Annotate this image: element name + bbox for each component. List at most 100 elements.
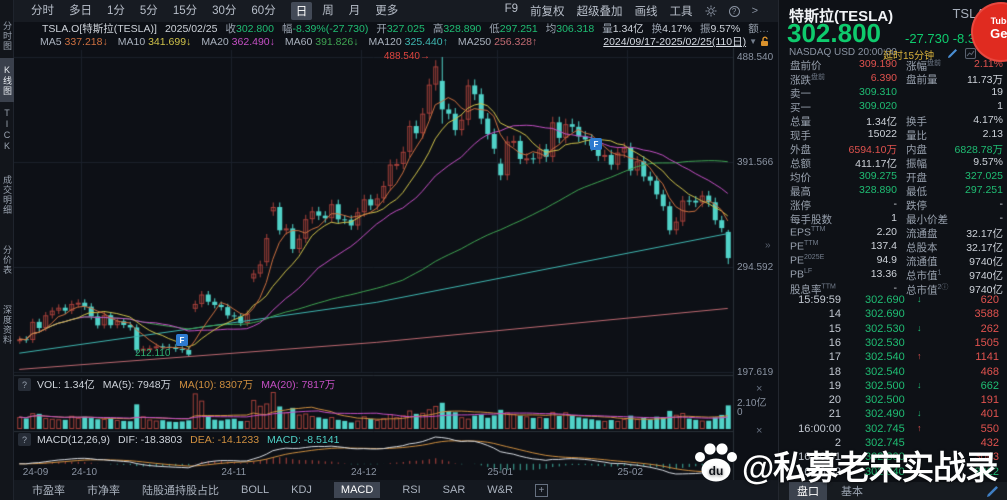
indicator-tab-bar: 市盈率 市净率 陆股通持股占比 BOLL KDJ MACD RSI SAR W&R + — [14, 480, 778, 500]
toolbar-item-画线[interactable]: 画线 — [635, 3, 658, 19]
indicator-tab-市净率[interactable]: 市净率 — [87, 482, 120, 498]
quote-row-均价: 均价309.275开盘327.025 — [779, 170, 1007, 184]
period-tabs: 分时多日 1分 5分 15分 30分 60分日周月更多 — [31, 2, 413, 20]
sidebar-item-TICK[interactable]: TICK — [0, 106, 14, 154]
ma-items: MA5 337.218↓MA10 341.699↓MA20 362.490↓MA… — [40, 36, 547, 48]
event-marker-f2[interactable]: F — [590, 138, 602, 150]
sidebar-item-深度资料[interactable]: 深度资料 — [0, 290, 14, 360]
ma-value-MA120: MA120 325.440↑ — [368, 36, 447, 48]
period-tab-周[interactable]: 周 — [322, 2, 334, 20]
period-tab-日[interactable]: 日 — [291, 2, 313, 20]
quote-row-买一: 买一309.0201 — [779, 100, 1007, 114]
watermark-text: @私募老宋实战录 — [742, 441, 997, 489]
trade-row: 15:59:59302.690↓620 — [779, 294, 1007, 308]
quote-row-PE: PE2025E94.9流通值9740亿 — [779, 254, 1007, 268]
quote-row-总额: 总额411.17亿振幅9.57% — [779, 156, 1007, 170]
period-tab-15分[interactable]: 15分 — [173, 2, 197, 20]
add-indicator-button[interactable]: + — [535, 484, 548, 497]
period-low-label: 212.110 — [135, 348, 170, 359]
sidebar-item-成交明细[interactable]: 成交明细 — [0, 160, 14, 230]
trading-app-window: 分时图K线图 TICK 成交明细分价表深度资料 分时多日 1分 5分 15分 30分 60分日… — [0, 0, 1007, 500]
period-tab-30分[interactable]: 30分 — [212, 2, 236, 20]
sidebar-item-分价表[interactable]: 分价表 — [0, 236, 14, 284]
quote-row-每手股数: 每手股数1最小价差- — [779, 212, 1007, 226]
price-tick-488.540: 488.540 — [737, 52, 773, 63]
x-label-24-11: 24-11 — [214, 467, 254, 478]
indicator-tab-KDJ[interactable]: KDJ — [291, 484, 312, 496]
close-macd-pane-icon[interactable]: × — [756, 425, 762, 437]
help-icon[interactable]: ? — [729, 6, 740, 17]
quote-row-涨停: 涨停-跌停- — [779, 198, 1007, 212]
close-volume-pane-icon[interactable]: × — [756, 383, 762, 395]
collapse-chevron-icon[interactable]: > — [752, 5, 758, 17]
indicator-tab-陆股通持股占比[interactable]: 陆股通持股占比 — [142, 482, 219, 498]
ma-value-MA250: MA250 256.328↑ — [458, 36, 537, 48]
ma-value-MA60: MA60 391.826↓ — [285, 36, 359, 48]
quote-row-卖一: 卖一309.31019 — [779, 86, 1007, 100]
unlock-icon[interactable] — [760, 36, 770, 47]
indicator-tab-RSI[interactable]: RSI — [402, 484, 420, 496]
toolbar-right: F9 前复权超级叠加画线工具 ? > — [505, 3, 758, 19]
date-range[interactable]: 2024/09/17-2025/02/25(110日) — [603, 34, 746, 49]
toolbar-item-工具[interactable]: 工具 — [670, 3, 693, 19]
macd-pane-header: ? MACD(12,26,9)DIF: -18.3803DEA: -14.123… — [18, 433, 339, 446]
help-icon[interactable]: ? — [18, 378, 31, 391]
pane-header-value: DEA: -14.1233 — [190, 434, 259, 446]
indicator-tab-市盈率[interactable]: 市盈率 — [32, 482, 65, 498]
period-tab-分时[interactable]: 分时 — [31, 2, 54, 20]
quote-row-PE: PETTM137.4总股本32.17亿 — [779, 240, 1007, 254]
gear-icon[interactable] — [705, 5, 717, 17]
field-高: 高328.890 — [433, 21, 481, 36]
field-收: 收302.800 — [226, 21, 274, 36]
baidu-paw-icon: du — [692, 440, 738, 489]
field-低: 低297.251 — [489, 21, 537, 36]
watermark: du @私募老宋实战录 — [692, 440, 997, 489]
trade-row: 15302.530↓262 — [779, 323, 1007, 337]
period-toolbar: 分时多日 1分 5分 15分 30分 60分日周月更多 F9 前复权超级叠加画线工具 ? > — [14, 0, 778, 22]
trade-row: 18302.540468 — [779, 366, 1007, 380]
indicator-tab-BOLL[interactable]: BOLL — [241, 484, 269, 496]
period-tab-更多[interactable]: 更多 — [375, 2, 398, 20]
sidebar-item-分时图[interactable]: 分时图 — [0, 14, 14, 58]
period-tab-60分[interactable]: 60分 — [251, 2, 275, 20]
left-sidebar: 分时图K线图 TICK 成交明细分价表深度资料 — [0, 0, 14, 500]
event-marker-f1[interactable]: F — [176, 334, 188, 346]
period-tab-多日[interactable]: 多日 — [69, 2, 92, 20]
chevron-down-icon[interactable]: ▼ — [749, 37, 757, 46]
help-icon[interactable]: ? — [18, 433, 31, 446]
period-tab-1分[interactable]: 1分 — [107, 2, 125, 20]
price-tick-391.566: 391.566 — [737, 157, 773, 168]
exchange-info: NASDAQ USD 20:00:00 — [789, 47, 897, 58]
quote-row-最高: 最高328.890最低297.251 — [779, 184, 1007, 198]
toolbar-item-前复权[interactable]: 前复权 — [530, 3, 565, 19]
indicator-tab-SAR[interactable]: SAR — [443, 484, 466, 496]
indicator-tab-MACD[interactable]: MACD — [334, 482, 380, 498]
toolbar-item-F9[interactable]: F9 — [505, 3, 518, 19]
ma-value-MA5: MA5 337.218↓ — [40, 36, 108, 48]
candlestick-chart[interactable] — [14, 48, 778, 480]
field-幅: 幅-8.39%(-27.730) — [282, 21, 368, 36]
trade-row: 14302.6903588 — [779, 308, 1007, 322]
toolbar-item-超级叠加[interactable]: 超级叠加 — [577, 3, 623, 19]
volume-pane-header: ? VOL: 1.34亿MA(5): 7948万MA(10): 8307万MA(… — [18, 377, 335, 392]
period-tab-5分[interactable]: 5分 — [140, 2, 158, 20]
x-label-25-01: 25-01 — [480, 467, 520, 478]
x-label-24-10: 24-10 — [64, 467, 104, 478]
sidebar-item-K线图[interactable]: K线图 — [0, 58, 14, 102]
trade-date: 2025/02/25 — [165, 23, 218, 35]
trade-row: 16302.5301505 — [779, 337, 1007, 351]
quote-row-EPS: EPSTTM2.20流通盘32.17亿 — [779, 226, 1007, 240]
last-price: 302.800 — [787, 18, 881, 49]
pane-header-value: MA(5): 7948万 — [103, 377, 171, 392]
ma-values-bar: MA5 337.218↓MA10 341.699↓MA20 362.490↓MA… — [14, 35, 778, 48]
svg-text:du: du — [709, 464, 724, 478]
panel-expander-icon[interactable]: » — [765, 240, 771, 251]
chart-area: 488.540391.566294.592197.6192.10亿024-092… — [14, 48, 778, 480]
quote-row-涨跌: 涨跌盘前6.390盘前量11.73万 — [779, 72, 1007, 86]
period-tab-月[interactable]: 月 — [349, 2, 361, 20]
field-均: 均306.318 — [546, 21, 594, 36]
quote-row-外盘: 外盘6594.10万内盘6828.78万 — [779, 142, 1007, 156]
pane-header-value: MA(10): 8307万 — [179, 377, 253, 392]
indicator-tab-W&R[interactable]: W&R — [487, 484, 513, 496]
volume-tick-0: 0 — [737, 407, 743, 418]
